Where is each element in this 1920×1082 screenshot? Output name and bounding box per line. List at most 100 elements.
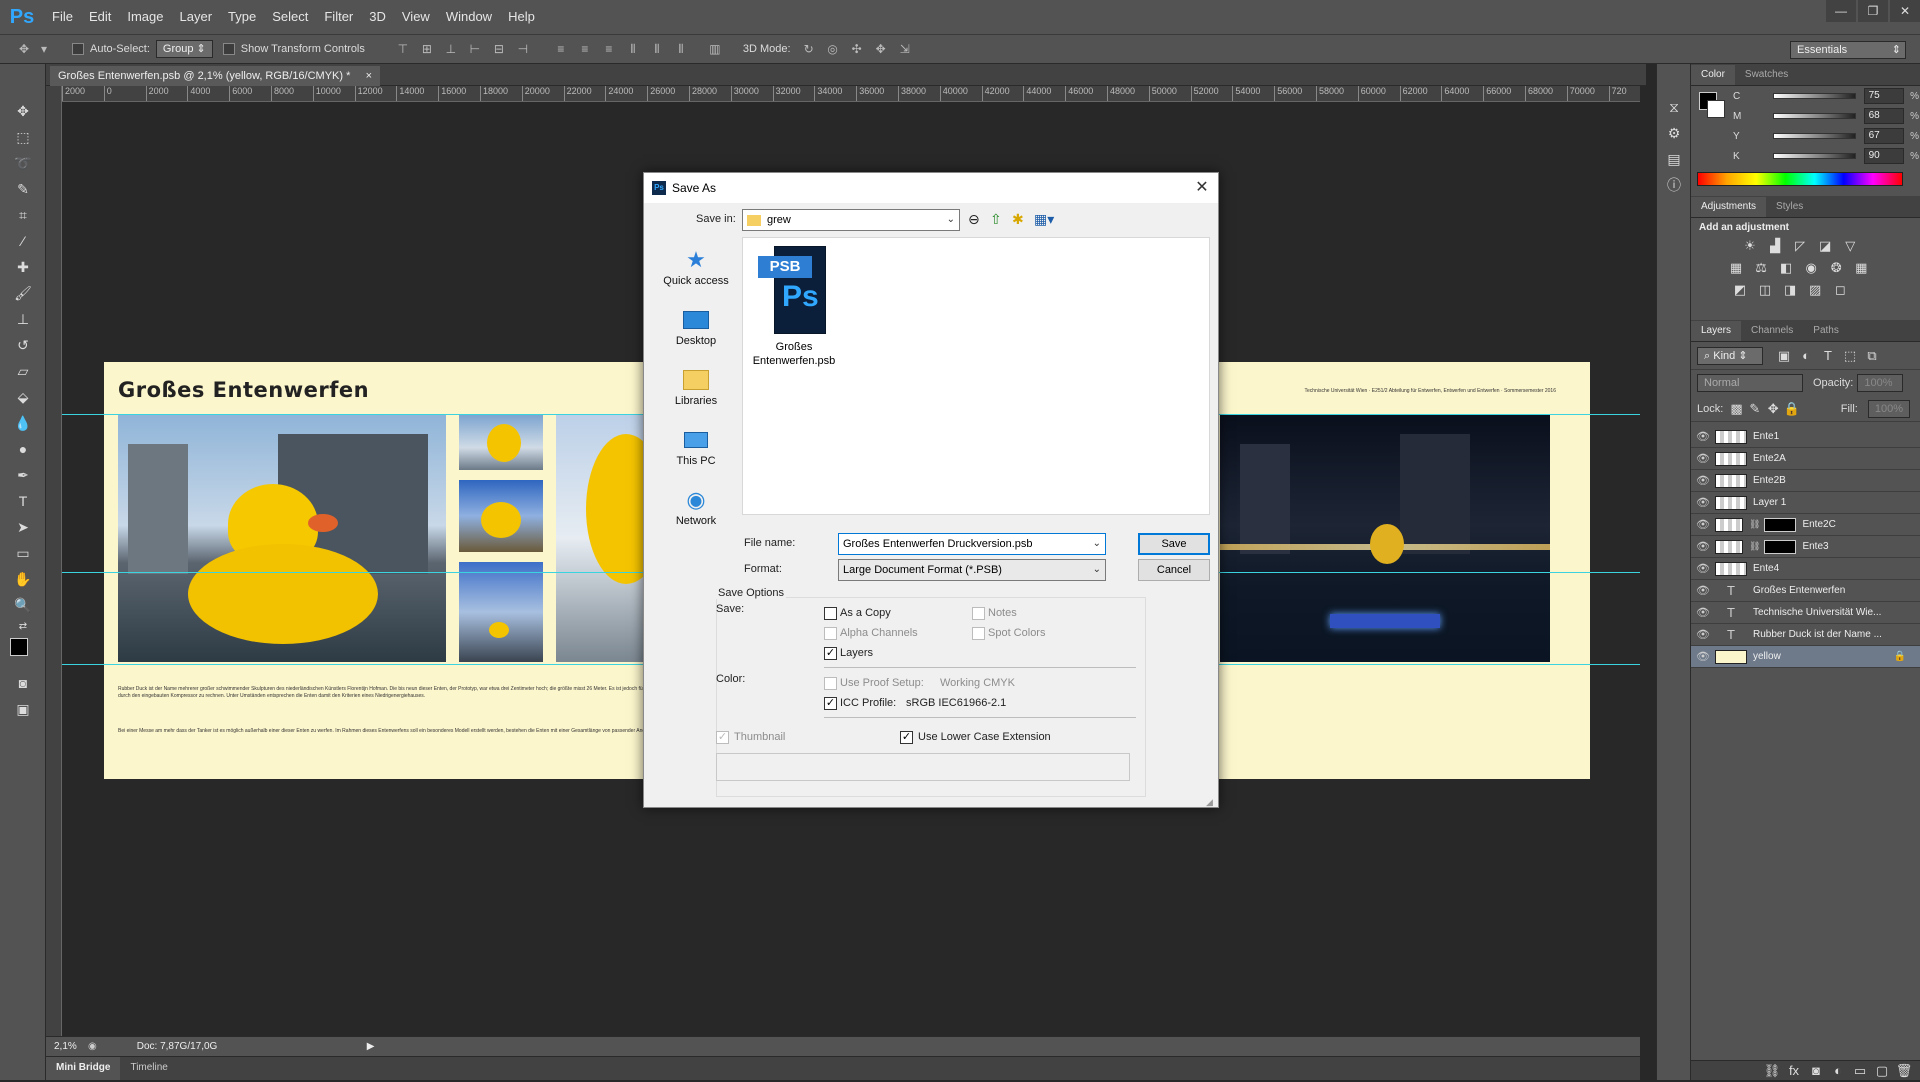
eye-icon[interactable]: 👁 xyxy=(1691,430,1715,443)
layer-row[interactable]: 👁 Layer 1 xyxy=(1691,492,1920,514)
brush-presets-icon[interactable]: ⚙ xyxy=(1657,120,1691,146)
tab-color[interactable]: Color xyxy=(1691,65,1735,85)
vertical-ruler[interactable] xyxy=(46,86,62,1036)
tab-channels[interactable]: Channels xyxy=(1741,321,1803,341)
distribute-hcenter-icon[interactable]: ⦀ xyxy=(649,41,665,57)
crop-tool-icon[interactable]: ⌗ xyxy=(0,202,46,228)
status-arrow-icon[interactable]: ▶ xyxy=(367,1041,375,1052)
tab-paths[interactable]: Paths xyxy=(1803,321,1849,341)
close-icon[interactable]: ✕ xyxy=(1890,0,1920,22)
eyedropper-tool-icon[interactable]: ⁄ xyxy=(0,228,46,254)
layer-row[interactable]: 👁 Ente4 xyxy=(1691,558,1920,580)
layers-checkbox[interactable]: ✓ xyxy=(824,647,837,660)
curves-icon[interactable]: ◸ xyxy=(1789,235,1811,257)
distribute-bottom-icon[interactable]: ≡ xyxy=(601,41,617,57)
file-name-input[interactable]: Großes Entenwerfen Druckversion.psb ⌄ xyxy=(838,533,1106,555)
3d-slide-icon[interactable]: ✥ xyxy=(873,41,889,57)
tab-adjustments[interactable]: Adjustments xyxy=(1691,197,1767,217)
layer-mask-thumbnail[interactable] xyxy=(1764,539,1797,554)
lock-image-icon[interactable]: ✎ xyxy=(1746,398,1764,420)
eye-icon[interactable]: 👁 xyxy=(1691,628,1715,641)
proof-setup-checkbox[interactable] xyxy=(824,677,837,690)
properties-panel-icon[interactable]: ▤ xyxy=(1657,146,1691,172)
filter-adjustment-icon[interactable]: ◐ xyxy=(1795,345,1817,367)
align-right-icon[interactable]: ⊣ xyxy=(515,41,531,57)
photo-filter-icon[interactable]: ◉ xyxy=(1800,257,1822,279)
filter-smart-icon[interactable]: ⧉ xyxy=(1861,345,1883,367)
auto-select-checkbox[interactable] xyxy=(72,43,84,55)
eye-icon[interactable]: 👁 xyxy=(1691,540,1715,553)
eye-icon[interactable]: 👁 xyxy=(1691,562,1715,575)
eye-icon[interactable]: 👁 xyxy=(1691,650,1715,663)
menu-help[interactable]: Help xyxy=(500,0,543,34)
color-balance-icon[interactable]: ⚖ xyxy=(1750,257,1772,279)
screen-mode-icon[interactable]: ▣ xyxy=(0,696,46,722)
new-layer-icon[interactable]: ▢ xyxy=(1871,1060,1893,1082)
distribute-top-icon[interactable]: ≡ xyxy=(553,41,569,57)
tab-swatches[interactable]: Swatches xyxy=(1735,65,1798,85)
channel-slider[interactable] xyxy=(1773,133,1856,139)
fill-field[interactable]: 100% xyxy=(1867,399,1910,418)
channel-value-field[interactable]: 67 xyxy=(1863,128,1905,144)
posterize-icon[interactable]: ◫ xyxy=(1754,279,1776,301)
place-libraries[interactable]: Libraries xyxy=(652,367,740,407)
menu-3d[interactable]: 3D xyxy=(361,0,394,34)
clone-stamp-tool-icon[interactable]: ⊥ xyxy=(0,306,46,332)
lasso-tool-icon[interactable]: ➰ xyxy=(0,150,46,176)
lock-all-icon[interactable]: 🔒 xyxy=(1782,398,1800,420)
layer-row[interactable]: 👁 Ente2B xyxy=(1691,470,1920,492)
eye-icon[interactable]: 👁 xyxy=(1691,584,1715,597)
file-item[interactable]: Ps PSB Großes Entenwerfen.psb xyxy=(751,246,837,368)
hue-saturation-icon[interactable]: ▦ xyxy=(1725,257,1747,279)
threshold-icon[interactable]: ◨ xyxy=(1779,279,1801,301)
place-desktop[interactable]: Desktop xyxy=(652,307,740,347)
move-tool-icon[interactable]: ✥ xyxy=(0,98,46,124)
menu-type[interactable]: Type xyxy=(220,0,264,34)
spot-colors-checkbox[interactable] xyxy=(972,627,985,640)
menu-filter[interactable]: Filter xyxy=(316,0,361,34)
tab-styles[interactable]: Styles xyxy=(1766,197,1813,217)
cancel-button[interactable]: Cancel xyxy=(1138,559,1210,581)
menu-window[interactable]: Window xyxy=(438,0,500,34)
eye-icon[interactable]: 👁 xyxy=(1691,518,1715,531)
color-swap-icon[interactable]: ⇄ xyxy=(0,618,46,634)
menu-edit[interactable]: Edit xyxy=(81,0,119,34)
filter-shape-icon[interactable]: ⬚ xyxy=(1839,345,1861,367)
channel-slider[interactable] xyxy=(1773,93,1856,99)
align-bottom-icon[interactable]: ⊥ xyxy=(443,41,459,57)
healing-brush-tool-icon[interactable]: ✚ xyxy=(0,254,46,280)
dodge-tool-icon[interactable]: ● xyxy=(0,436,46,462)
add-mask-icon[interactable]: ◙ xyxy=(1805,1060,1827,1082)
channel-value-field[interactable]: 90 xyxy=(1863,148,1905,164)
icc-profile-checkbox[interactable]: ✓ xyxy=(824,697,837,710)
opacity-field[interactable]: 100% xyxy=(1857,374,1904,392)
tab-timeline[interactable]: Timeline xyxy=(120,1057,177,1080)
lower-case-extension-checkbox[interactable]: ✓ xyxy=(900,731,913,744)
eye-icon[interactable]: 👁 xyxy=(1691,452,1715,465)
gradient-map-icon[interactable]: ▨ xyxy=(1804,279,1826,301)
status-menu-icon[interactable]: ◉ xyxy=(88,1041,97,1052)
color-lookup-icon[interactable]: ▦ xyxy=(1850,257,1872,279)
color-spectrum-bar[interactable] xyxy=(1697,172,1903,186)
menu-file[interactable]: File xyxy=(44,0,81,34)
distribute-left-icon[interactable]: ⦀ xyxy=(625,41,641,57)
eye-icon[interactable]: 👁 xyxy=(1691,474,1715,487)
quick-select-tool-icon[interactable]: ✎ xyxy=(0,176,46,202)
trash-icon[interactable]: 🗑 xyxy=(1893,1060,1915,1082)
3d-roll-icon[interactable]: ◎ xyxy=(825,41,841,57)
filter-type-icon[interactable]: T xyxy=(1817,345,1839,367)
close-icon[interactable]: × xyxy=(366,66,372,86)
layer-row[interactable]: 👁 ⛓ Ente2C xyxy=(1691,514,1920,536)
channel-slider[interactable] xyxy=(1773,113,1856,119)
move-tool-icon[interactable]: ✥ xyxy=(16,41,32,57)
menu-view[interactable]: View xyxy=(394,0,438,34)
horizontal-ruler[interactable]: 2000 0 2000 4000 6000 8000 10000 12000 14000 1600… xyxy=(62,86,1640,102)
align-left-icon[interactable]: ⊢ xyxy=(467,41,483,57)
lock-transparent-icon[interactable]: ▩ xyxy=(1727,398,1745,420)
show-transform-checkbox[interactable] xyxy=(222,43,235,55)
paint-bucket-tool-icon[interactable]: ⬙ xyxy=(0,384,46,410)
eye-icon[interactable]: 👁 xyxy=(1691,496,1715,509)
up-folder-icon[interactable]: ⇧ xyxy=(990,211,1002,228)
history-brush-tool-icon[interactable]: ↺ xyxy=(0,332,46,358)
zoom-level-field[interactable]: 2,1% xyxy=(54,1041,88,1052)
